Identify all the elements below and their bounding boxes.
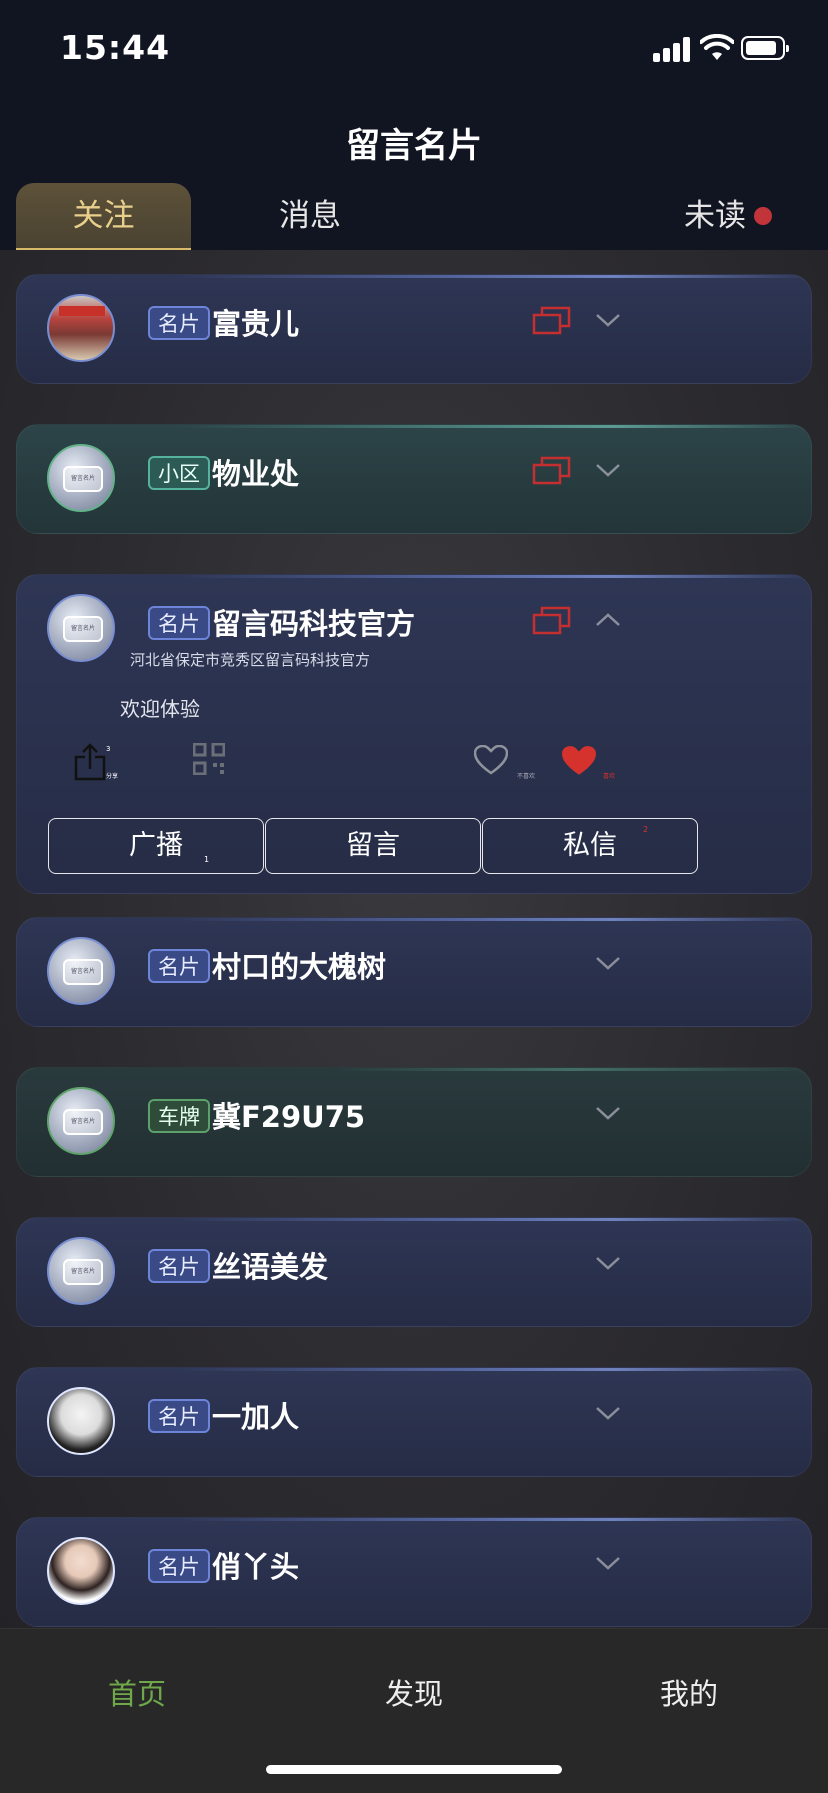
leave-message-label: 留言 [346, 830, 400, 861]
copy-icon[interactable] [532, 455, 572, 487]
share-icon[interactable] [74, 743, 106, 781]
card-type-tag: 名片 [148, 1399, 210, 1433]
avatar: 留言名片 [47, 937, 115, 1005]
list-item[interactable]: 留言名片 车牌 冀F29U75 [16, 1067, 812, 1177]
avatar: 留言名片 [47, 594, 115, 662]
broadcast-count: 1 [204, 855, 210, 864]
card-name: 俏丫头 [212, 1550, 300, 1584]
wifi-icon [700, 34, 734, 60]
card-type-tag: 名片 [148, 1249, 210, 1283]
card-name: 一加人 [212, 1400, 300, 1434]
card-type-tag: 名片 [148, 606, 210, 640]
card-type-tag: 名片 [148, 306, 210, 340]
top-header: 15:44 留言名片 关注 消息 未读 [0, 0, 828, 250]
broadcast-label: 广播 [129, 830, 183, 861]
private-message-count: 2 [643, 825, 649, 834]
unread-badge-dot [754, 207, 772, 225]
avatar: 留言名片 [47, 1087, 115, 1155]
share-label: 分享 [106, 773, 119, 780]
nav-home[interactable]: 首页 [108, 1671, 166, 1713]
chevron-down-icon[interactable] [595, 1104, 621, 1122]
copy-icon[interactable] [532, 305, 572, 337]
chevron-down-icon[interactable] [595, 311, 621, 329]
card-address: 河北省保定市竞秀区留言码科技官方 [130, 651, 371, 669]
private-message-button[interactable]: 私信 2 [482, 818, 698, 874]
card-type-tag: 名片 [148, 1549, 210, 1583]
card-name: 富贵儿 [212, 307, 300, 341]
chevron-down-icon[interactable] [595, 1254, 621, 1272]
heart-filled-icon[interactable] [561, 745, 597, 777]
chevron-down-icon[interactable] [595, 954, 621, 972]
like-label: 喜欢 [603, 773, 616, 780]
tab-follow[interactable]: 关注 [16, 183, 191, 250]
follow-list[interactable]: 名片 富贵儿 留言名片 小区 物业处 留言名片 名片 留言码科技官方 河北省保定… [0, 250, 828, 1628]
list-item[interactable]: 名片 富贵儿 [16, 274, 812, 384]
chevron-down-icon[interactable] [595, 1404, 621, 1422]
dislike-label: 不喜欢 [517, 773, 536, 780]
list-item[interactable]: 留言名片 名片 丝语美发 [16, 1217, 812, 1327]
card-name: 留言码科技官方 [212, 607, 416, 641]
chevron-up-icon[interactable] [595, 611, 621, 629]
card-name: 丝语美发 [212, 1250, 329, 1284]
card-name: 村口的大槐树 [212, 950, 387, 984]
card-type-tag: 车牌 [148, 1099, 210, 1133]
list-item[interactable]: 名片 俏丫头 [16, 1517, 812, 1627]
list-item-expanded[interactable]: 留言名片 名片 留言码科技官方 河北省保定市竞秀区留言码科技官方 欢迎体验 3 … [16, 574, 812, 894]
signal-icon [653, 36, 691, 62]
avatar [47, 1537, 115, 1605]
nav-mine[interactable]: 我的 [660, 1671, 718, 1713]
leave-message-button[interactable]: 留言 [265, 818, 481, 874]
avatar: 留言名片 [47, 1237, 115, 1305]
card-type-tag: 名片 [148, 949, 210, 983]
card-name: 冀F29U75 [212, 1100, 366, 1134]
card-description: 欢迎体验 [120, 697, 200, 721]
card-name: 物业处 [212, 457, 300, 491]
list-item[interactable]: 留言名片 小区 物业处 [16, 424, 812, 534]
avatar [47, 294, 115, 362]
avatar: 留言名片 [47, 444, 115, 512]
qr-code-icon[interactable] [193, 743, 225, 775]
status-time: 15:44 [60, 28, 171, 67]
home-indicator[interactable] [266, 1765, 562, 1774]
list-item[interactable]: 名片 一加人 [16, 1367, 812, 1477]
list-item[interactable]: 留言名片 名片 村口的大槐树 [16, 917, 812, 1027]
share-count: 3 [106, 745, 111, 753]
nav-discover[interactable]: 发现 [385, 1671, 443, 1713]
avatar [47, 1387, 115, 1455]
battery-icon [741, 36, 789, 60]
chevron-down-icon[interactable] [595, 1554, 621, 1572]
tab-messages[interactable]: 消息 [230, 183, 390, 250]
page-title: 留言名片 [346, 126, 482, 166]
heart-outline-icon[interactable] [474, 745, 508, 775]
card-type-tag: 小区 [148, 456, 210, 490]
chevron-down-icon[interactable] [595, 461, 621, 479]
broadcast-button[interactable]: 广播 1 [48, 818, 264, 874]
tab-bar: 关注 消息 未读 [0, 183, 828, 250]
copy-icon[interactable] [532, 605, 572, 637]
private-message-label: 私信 [563, 830, 617, 861]
